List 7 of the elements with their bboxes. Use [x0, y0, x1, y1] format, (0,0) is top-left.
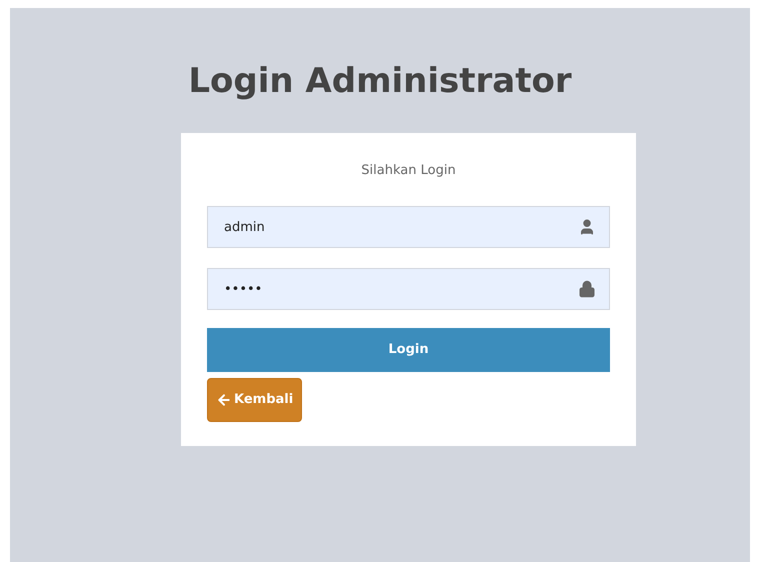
username-field[interactable]: admin — [207, 206, 610, 248]
lock-icon — [578, 280, 596, 298]
page-title: Login Administrator — [188, 60, 572, 102]
login-button[interactable]: Login — [207, 328, 610, 372]
login-heading: Silahkan Login — [360, 162, 457, 180]
password-field[interactable]: ••••• — [207, 268, 610, 310]
user-icon — [578, 218, 596, 236]
